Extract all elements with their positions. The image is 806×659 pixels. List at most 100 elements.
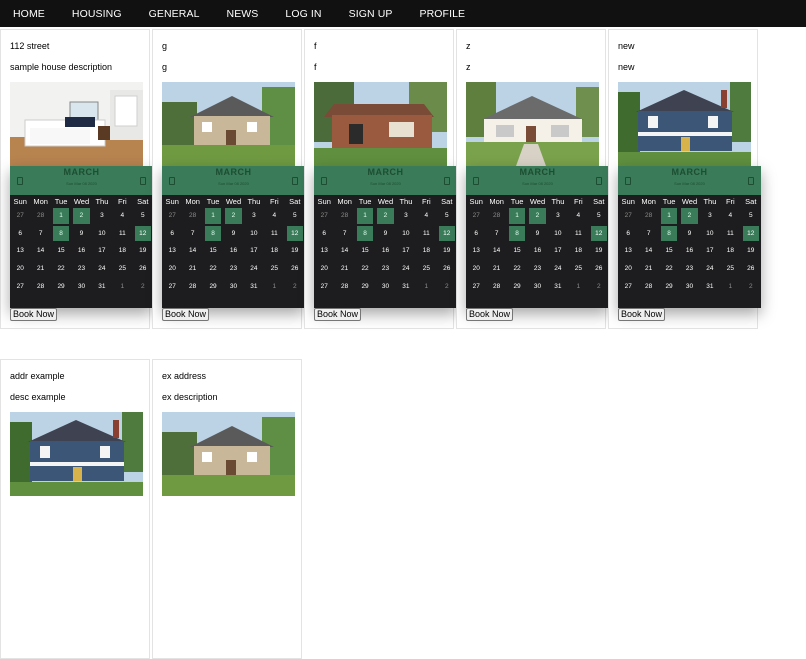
calendar-day[interactable]: 29 xyxy=(205,278,221,294)
calendar-day[interactable]: 2 xyxy=(591,278,607,294)
calendar-day[interactable]: 2 xyxy=(73,208,90,224)
calendar-day[interactable]: 24 xyxy=(550,261,566,277)
calendar-day[interactable]: 23 xyxy=(529,261,545,277)
calendar-day[interactable]: 12 xyxy=(742,225,759,242)
calendar-day[interactable]: 9 xyxy=(681,226,697,242)
calendar-day[interactable]: 27 xyxy=(12,278,28,294)
calendar-day[interactable]: 8 xyxy=(356,225,374,242)
calendar-day[interactable]: 30 xyxy=(73,278,89,294)
calendar-day[interactable]: 16 xyxy=(681,243,697,259)
calendar-day[interactable]: 31 xyxy=(550,278,566,294)
calendar-day[interactable]: 16 xyxy=(225,243,241,259)
calendar-day[interactable]: 22 xyxy=(661,261,677,277)
calendar-day[interactable]: 15 xyxy=(509,243,525,259)
calendar-day[interactable]: 12 xyxy=(134,225,151,242)
calendar-day[interactable]: 27 xyxy=(468,278,484,294)
calendar-day[interactable]: 30 xyxy=(225,278,241,294)
calendar-day[interactable]: 22 xyxy=(357,261,373,277)
calendar-day[interactable]: 16 xyxy=(529,243,545,259)
calendar-day[interactable]: 27 xyxy=(468,208,484,224)
next-month-button[interactable] xyxy=(444,177,450,185)
calendar-day[interactable]: 2 xyxy=(377,208,394,224)
calendar-day[interactable]: 24 xyxy=(246,261,262,277)
calendar-day[interactable]: 12 xyxy=(590,225,607,242)
calendar-day[interactable]: 28 xyxy=(640,208,656,224)
calendar-day[interactable]: 2 xyxy=(135,278,151,294)
calendar-day[interactable]: 20 xyxy=(164,261,180,277)
calendar-day[interactable]: 21 xyxy=(32,261,48,277)
calendar-day[interactable]: 20 xyxy=(316,261,332,277)
calendar-day[interactable]: 28 xyxy=(488,278,504,294)
calendar-day[interactable]: 18 xyxy=(722,243,738,259)
calendar-day[interactable]: 7 xyxy=(184,226,200,242)
calendar-day[interactable]: 5 xyxy=(743,208,759,224)
calendar-day[interactable]: 30 xyxy=(377,278,393,294)
calendar-day[interactable]: 26 xyxy=(439,261,455,277)
calendar-day[interactable]: 28 xyxy=(336,278,352,294)
calendar-day[interactable]: 11 xyxy=(418,226,434,242)
calendar-day[interactable]: 6 xyxy=(468,226,484,242)
next-month-button[interactable] xyxy=(748,177,754,185)
calendar-day[interactable]: 9 xyxy=(73,226,89,242)
calendar-day[interactable]: 14 xyxy=(640,243,656,259)
calendar-day[interactable]: 19 xyxy=(287,243,303,259)
calendar-day[interactable]: 18 xyxy=(570,243,586,259)
calendar-day[interactable]: 23 xyxy=(73,261,89,277)
calendar-day[interactable]: 13 xyxy=(620,243,636,259)
calendar-day[interactable]: 6 xyxy=(164,226,180,242)
calendar-day[interactable]: 27 xyxy=(316,278,332,294)
calendar-day[interactable]: 27 xyxy=(12,208,28,224)
calendar-day[interactable]: 4 xyxy=(114,208,130,224)
calendar-day[interactable]: 7 xyxy=(488,226,504,242)
calendar-day[interactable]: 5 xyxy=(135,208,151,224)
calendar-day[interactable]: 27 xyxy=(316,208,332,224)
calendar-day[interactable]: 18 xyxy=(418,243,434,259)
calendar-day[interactable]: 19 xyxy=(743,243,759,259)
calendar-day[interactable]: 19 xyxy=(135,243,151,259)
book-now-button[interactable]: Book Now xyxy=(618,308,666,321)
calendar-day[interactable]: 7 xyxy=(336,226,352,242)
calendar-day[interactable]: 31 xyxy=(94,278,110,294)
calendar-day[interactable]: 1 xyxy=(660,208,678,224)
calendar-day[interactable]: 24 xyxy=(702,261,718,277)
calendar-day[interactable]: 20 xyxy=(620,261,636,277)
calendar-day[interactable]: 3 xyxy=(550,208,566,224)
calendar-day[interactable]: 17 xyxy=(94,243,110,259)
calendar-day[interactable]: 4 xyxy=(570,208,586,224)
calendar-day[interactable]: 3 xyxy=(702,208,718,224)
calendar-day[interactable]: 25 xyxy=(722,261,738,277)
calendar-day[interactable]: 27 xyxy=(620,278,636,294)
calendar-day[interactable]: 20 xyxy=(468,261,484,277)
nav-housing[interactable]: HOUSING xyxy=(72,8,122,20)
calendar-day[interactable]: 1 xyxy=(508,208,526,224)
calendar-day[interactable]: 2 xyxy=(681,208,698,224)
calendar-day[interactable]: 25 xyxy=(266,261,282,277)
book-now-button[interactable]: Book Now xyxy=(314,308,362,321)
calendar-day[interactable]: 26 xyxy=(591,261,607,277)
calendar-day[interactable]: 15 xyxy=(53,243,69,259)
calendar-day[interactable]: 21 xyxy=(336,261,352,277)
calendar-day[interactable]: 14 xyxy=(32,243,48,259)
calendar-day[interactable]: 5 xyxy=(591,208,607,224)
calendar-day[interactable]: 18 xyxy=(114,243,130,259)
calendar-day[interactable]: 6 xyxy=(316,226,332,242)
calendar-day[interactable]: 3 xyxy=(246,208,262,224)
calendar-day[interactable]: 8 xyxy=(52,225,70,242)
next-month-button[interactable] xyxy=(596,177,602,185)
calendar-day[interactable]: 14 xyxy=(336,243,352,259)
calendar-day[interactable]: 22 xyxy=(205,261,221,277)
calendar-day[interactable]: 8 xyxy=(660,225,678,242)
calendar-day[interactable]: 26 xyxy=(135,261,151,277)
calendar-day[interactable]: 26 xyxy=(287,261,303,277)
nav-home[interactable]: HOME xyxy=(13,8,45,20)
calendar-day[interactable]: 25 xyxy=(570,261,586,277)
calendar-day[interactable]: 29 xyxy=(661,278,677,294)
next-month-button[interactable] xyxy=(140,177,146,185)
calendar-day[interactable]: 7 xyxy=(640,226,656,242)
book-now-button[interactable]: Book Now xyxy=(466,308,514,321)
calendar-day[interactable]: 25 xyxy=(114,261,130,277)
calendar-day[interactable]: 13 xyxy=(12,243,28,259)
calendar-day[interactable]: 19 xyxy=(591,243,607,259)
calendar-day[interactable]: 28 xyxy=(488,208,504,224)
calendar-day[interactable]: 15 xyxy=(661,243,677,259)
